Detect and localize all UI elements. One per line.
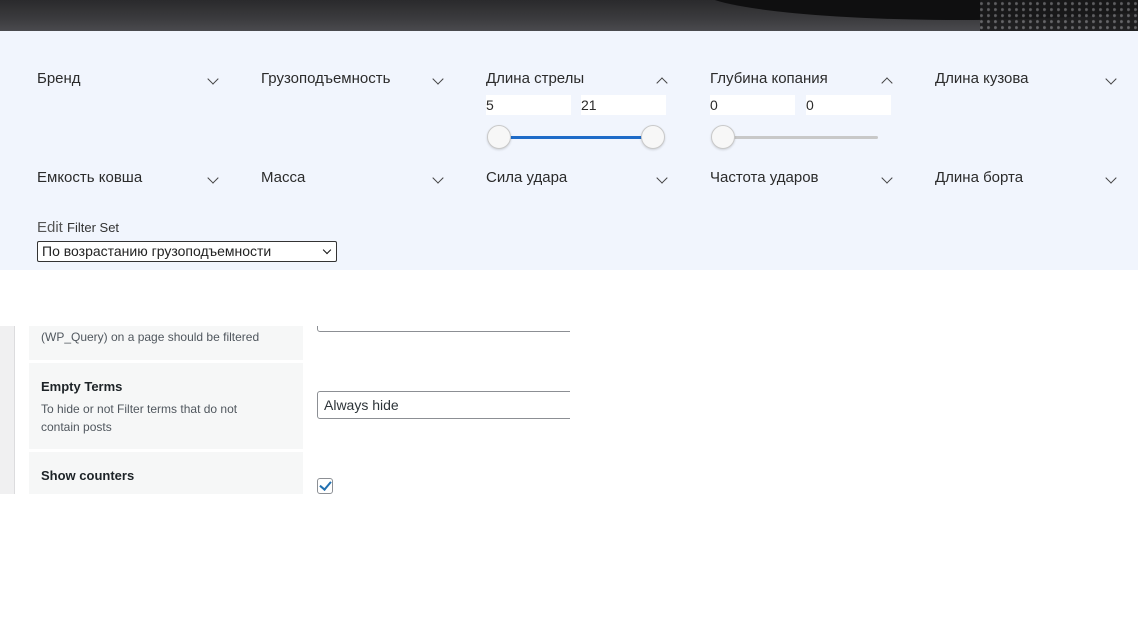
- filter-label: Длина кузова: [935, 70, 1029, 87]
- filter-side-length[interactable]: Длина борта: [935, 169, 1118, 191]
- empty-terms-select[interactable]: Always hide: [317, 391, 570, 419]
- filter-boom-length[interactable]: Длина стрелы: [486, 70, 669, 92]
- digging-depth-max-input[interactable]: 0: [806, 95, 891, 115]
- boom-length-slider-track[interactable]: [499, 136, 653, 139]
- row-title: Empty Terms: [41, 379, 123, 394]
- boom-length-min-handle[interactable]: [487, 125, 511, 149]
- filter-label: Емкость ковша: [37, 169, 143, 186]
- hero-texture: [980, 0, 1138, 31]
- chevron-up-icon[interactable]: [881, 77, 893, 89]
- chevron-down-icon[interactable]: [656, 172, 668, 184]
- filter-bucket-capacity[interactable]: Емкость ковша: [37, 169, 220, 191]
- chevron-down-icon[interactable]: [1105, 73, 1117, 85]
- boom-length-min-input[interactable]: 5: [486, 95, 571, 115]
- filter-label: Бренд: [37, 70, 81, 87]
- query-field[interactable]: [317, 326, 570, 332]
- filter-mass[interactable]: Масса: [261, 169, 444, 191]
- filter-label: Грузоподъемность: [261, 70, 391, 87]
- admin-settings-panel: (WP_Query) on a page should be filtered …: [0, 326, 570, 494]
- filter-label: Масса: [261, 169, 306, 186]
- filter-label: Глубина копания: [710, 70, 828, 87]
- digging-depth-min-input[interactable]: 0: [710, 95, 795, 115]
- settings-row-empty-terms: Empty Terms To hide or not Filter terms …: [29, 363, 303, 449]
- chevron-down-icon[interactable]: [207, 172, 219, 184]
- row-title: Show counters: [41, 468, 135, 483]
- filter-label: Длина стрелы: [486, 70, 585, 87]
- filter-body-length[interactable]: Длина кузова: [935, 70, 1118, 92]
- settings-row-query: (WP_Query) on a page should be filtered: [29, 326, 303, 360]
- chevron-down-icon[interactable]: [207, 73, 219, 85]
- filter-brand[interactable]: Бренд: [37, 70, 220, 92]
- admin-left-bar: [0, 326, 15, 494]
- chevron-up-icon[interactable]: [656, 77, 668, 89]
- filter-load-capacity[interactable]: Грузоподъемность: [261, 70, 444, 92]
- sort-select[interactable]: По возрастанию грузоподъемности: [37, 241, 337, 262]
- filter-set-word: Filter Set: [67, 220, 120, 235]
- filter-label: Длина борта: [935, 169, 1024, 186]
- filter-digging-depth[interactable]: Глубина копания: [710, 70, 893, 92]
- edit-word: Edit: [37, 219, 63, 236]
- filter-impact-force[interactable]: Сила удара: [486, 169, 669, 191]
- boom-length-max-input[interactable]: 21: [581, 95, 666, 115]
- row-description: (WP_Query) on a page should be filtered: [41, 330, 260, 344]
- hero-image-strip: [0, 0, 1138, 31]
- settings-row-show-counters: Show counters: [29, 452, 303, 494]
- chevron-down-icon: [322, 245, 332, 255]
- boom-length-slider-range: [499, 136, 653, 139]
- chevron-down-icon[interactable]: [432, 172, 444, 184]
- filter-impact-frequency[interactable]: Частота ударов: [710, 169, 893, 191]
- digging-depth-min-handle[interactable]: [711, 125, 735, 149]
- chevron-down-icon[interactable]: [1105, 172, 1117, 184]
- boom-length-max-handle[interactable]: [641, 125, 665, 149]
- show-counters-checkbox[interactable]: [317, 478, 333, 494]
- chevron-down-icon[interactable]: [432, 73, 444, 85]
- chevron-down-icon[interactable]: [881, 172, 893, 184]
- row-description: To hide or not Filter terms that do not …: [41, 402, 238, 434]
- edit-filter-set-link[interactable]: Edit Filter Set: [37, 219, 119, 236]
- digging-depth-slider-track[interactable]: [723, 136, 878, 139]
- filters-panel: Бренд Грузоподъемность Длина стрелы Глуб…: [0, 31, 1138, 270]
- filter-label: Сила удара: [486, 169, 568, 186]
- filter-label: Частота ударов: [710, 169, 819, 186]
- sort-select-value: По возрастанию грузоподъемности: [42, 243, 272, 259]
